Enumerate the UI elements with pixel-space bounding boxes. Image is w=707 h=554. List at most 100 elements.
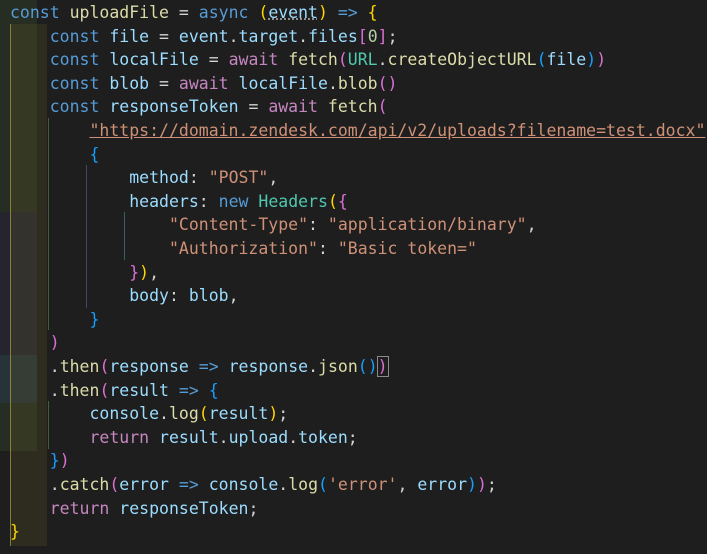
- code-token: (: [109, 475, 120, 494]
- code-line[interactable]: body: blob,: [10, 284, 239, 308]
- code-token: .: [49, 475, 60, 494]
- code-line[interactable]: .then(result => {: [10, 379, 219, 403]
- code-token: blob: [188, 286, 229, 306]
- code-token: (: [198, 404, 209, 424]
- code-line[interactable]: "Content-Type": "application/binary",: [10, 213, 537, 237]
- code-line[interactable]: const localFile = await fetch(URL.create…: [10, 48, 606, 72]
- code-token: upload: [228, 427, 289, 447]
- code-line[interactable]: const uploadFile = async (event) => {: [10, 1, 378, 25]
- code-token: =>: [178, 380, 199, 400]
- code-token: ): [596, 50, 607, 70]
- code-token: const: [49, 50, 100, 70]
- code-token: event: [178, 26, 229, 46]
- code-token: uploadFile: [69, 3, 169, 22]
- code-token: file: [109, 26, 150, 46]
- code-token: 0: [367, 26, 378, 46]
- code-line[interactable]: }),: [10, 261, 159, 285]
- code-token: createObjectURL: [387, 50, 537, 70]
- code-token: {: [208, 380, 219, 400]
- code-token: ): [268, 404, 279, 424]
- code-token: (): [357, 357, 378, 376]
- code-line[interactable]: headers: new Headers({: [10, 190, 348, 214]
- code-token: "application/binary": [327, 215, 527, 235]
- code-token: ;: [248, 498, 259, 518]
- code-token: ,: [149, 262, 160, 282]
- code-line[interactable]: .catch(error => console.log('error', err…: [10, 473, 497, 497]
- code-line[interactable]: method: "POST",: [10, 166, 278, 190]
- code-line[interactable]: }: [10, 520, 20, 544]
- code-token: await: [268, 97, 318, 117]
- code-line[interactable]: }: [10, 308, 99, 332]
- code-line[interactable]: const file = event.target.files[0];: [10, 25, 398, 49]
- code-token: =: [178, 3, 189, 22]
- code-line[interactable]: "https://domain.zendesk.com/api/v2/uploa…: [10, 119, 707, 143]
- code-token: blob: [109, 73, 150, 93]
- code-token: (): [377, 73, 398, 93]
- code-token: ,: [526, 215, 537, 235]
- code-token: target: [238, 26, 299, 46]
- code-token: json: [318, 357, 358, 376]
- code-token: :: [308, 215, 328, 235]
- code-token: file: [546, 50, 587, 70]
- code-token: const: [49, 97, 100, 117]
- code-line[interactable]: console.log(result);: [10, 402, 288, 426]
- code-token: (: [377, 97, 388, 117]
- code-token: result: [159, 427, 219, 447]
- code-token: ): [59, 451, 70, 471]
- code-line[interactable]: }): [10, 449, 70, 473]
- code-line[interactable]: "Authorization": "Basic token=": [10, 237, 477, 261]
- code-token: }: [10, 522, 20, 542]
- code-token: .: [49, 380, 60, 400]
- code-token: .: [298, 26, 309, 46]
- code-line[interactable]: {: [10, 143, 99, 167]
- code-line[interactable]: ): [10, 331, 60, 355]
- code-token: event: [268, 3, 318, 22]
- code-token: {: [89, 144, 100, 164]
- code-editor[interactable]: const uploadFile = async (event) => { co…: [0, 0, 707, 554]
- code-line[interactable]: const responseToken = await fetch(: [10, 95, 388, 119]
- code-token: ,: [228, 286, 239, 306]
- code-token: return: [49, 498, 110, 518]
- code-token: fetch: [288, 50, 338, 70]
- code-token: ,: [397, 475, 418, 494]
- code-line[interactable]: return result.upload.token;: [10, 426, 357, 450]
- code-token: (: [99, 357, 110, 376]
- code-token: (: [327, 191, 338, 211]
- code-line[interactable]: const blob = await localFile.blob(): [10, 72, 398, 96]
- code-line[interactable]: .then(response => response.json()): [10, 355, 389, 379]
- code-token: .: [218, 427, 229, 447]
- code-line[interactable]: return responseToken;: [10, 497, 259, 521]
- code-token: Headers: [258, 191, 328, 211]
- code-token: ): [317, 3, 328, 22]
- code-token: :: [188, 168, 209, 188]
- code-token: (: [99, 380, 110, 400]
- code-token: console: [208, 475, 279, 494]
- code-token: log: [168, 404, 199, 424]
- code-token: new: [218, 191, 249, 211]
- code-token: :: [168, 286, 189, 306]
- code-token: .: [377, 50, 388, 70]
- code-token: blob: [337, 73, 378, 93]
